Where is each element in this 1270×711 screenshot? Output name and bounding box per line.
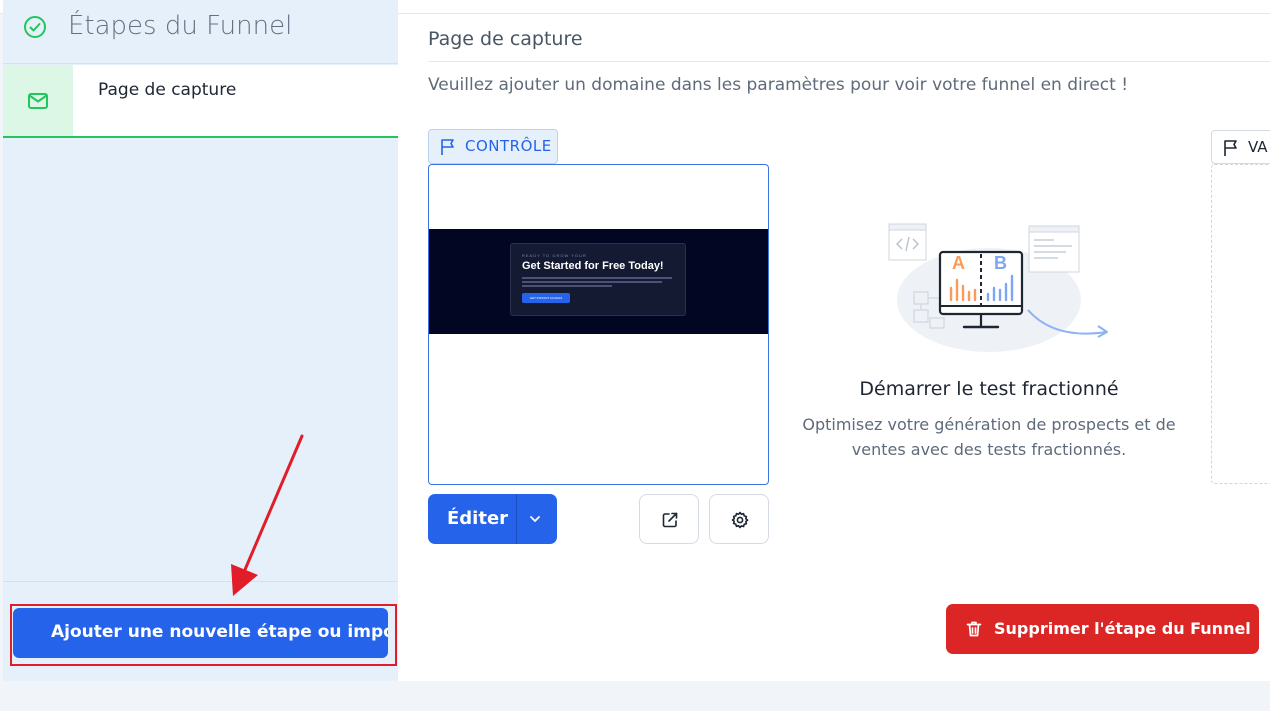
edit-button-label: Éditer [447,508,509,529]
ab-label-a: A [952,253,965,273]
split-test-description: Optimisez votre génération de prospects … [802,415,1176,459]
flag-icon [1224,140,1237,156]
preview-cta-button: GET INSTANT ACCESS [522,293,570,303]
split-test-title: Démarrer le test fractionné [859,378,1119,400]
page-title: Page de capture [428,28,583,50]
gear-icon [731,511,749,529]
title-divider [428,61,1270,62]
preview-eyebrow: READY TO GROW YOUR [522,253,587,258]
check-circle-icon [24,16,46,38]
open-page-button[interactable] [639,494,699,544]
add-step-button[interactable]: Ajouter une nouvelle étape ou importer [13,608,388,658]
edit-button[interactable]: Éditer [428,494,557,544]
ab-label-b: B [994,253,1007,273]
step-label: Page de capture [98,80,237,100]
external-link-icon [662,512,678,528]
page-preview-thumbnail[interactable]: READY TO GROW YOUR Get Started for Free … [428,164,769,485]
variant-badge-label: VA [1248,138,1268,156]
preview-text-line [522,281,662,283]
flag-icon [441,139,454,155]
preview-hero-section: READY TO GROW YOUR Get Started for Free … [429,229,768,334]
sidebar-header: Étapes du Funnel [3,0,398,64]
sidebar-divider [3,581,398,582]
trash-icon [966,621,982,637]
control-badge-label: CONTRÔLE [465,137,552,155]
edit-button-divider [516,494,517,544]
mail-icon [28,93,48,109]
preview-card: READY TO GROW YOUR Get Started for Free … [510,243,686,316]
preview-heading: Get Started for Free Today! [522,260,664,272]
delete-step-label: Supprimer l'étape du Funnel [994,619,1251,638]
variant-badge[interactable]: VA [1211,130,1270,164]
domain-notice: Veuillez ajouter un domaine dans les par… [428,75,1129,95]
sidebar-item-page-de-capture[interactable]: Page de capture [3,65,398,138]
funnel-steps-sidebar: Étapes du Funnel Page de capture [3,0,398,681]
step-detail-panel: Page de capture Veuillez ajouter un doma… [398,14,1270,681]
delete-step-button[interactable]: Supprimer l'étape du Funnel [946,604,1259,654]
sidebar-title: Étapes du Funnel [68,11,293,41]
chevron-down-icon[interactable] [528,512,542,526]
ab-test-illustration: A B [888,223,1108,352]
variant-preview-placeholder[interactable] [1211,164,1270,484]
step-icon-box [3,65,73,136]
preview-text-line [522,285,612,287]
annotation-arrow [231,434,304,596]
control-badge[interactable]: CONTRÔLE [428,129,558,164]
settings-button[interactable] [709,494,769,544]
preview-text-line [522,277,672,279]
